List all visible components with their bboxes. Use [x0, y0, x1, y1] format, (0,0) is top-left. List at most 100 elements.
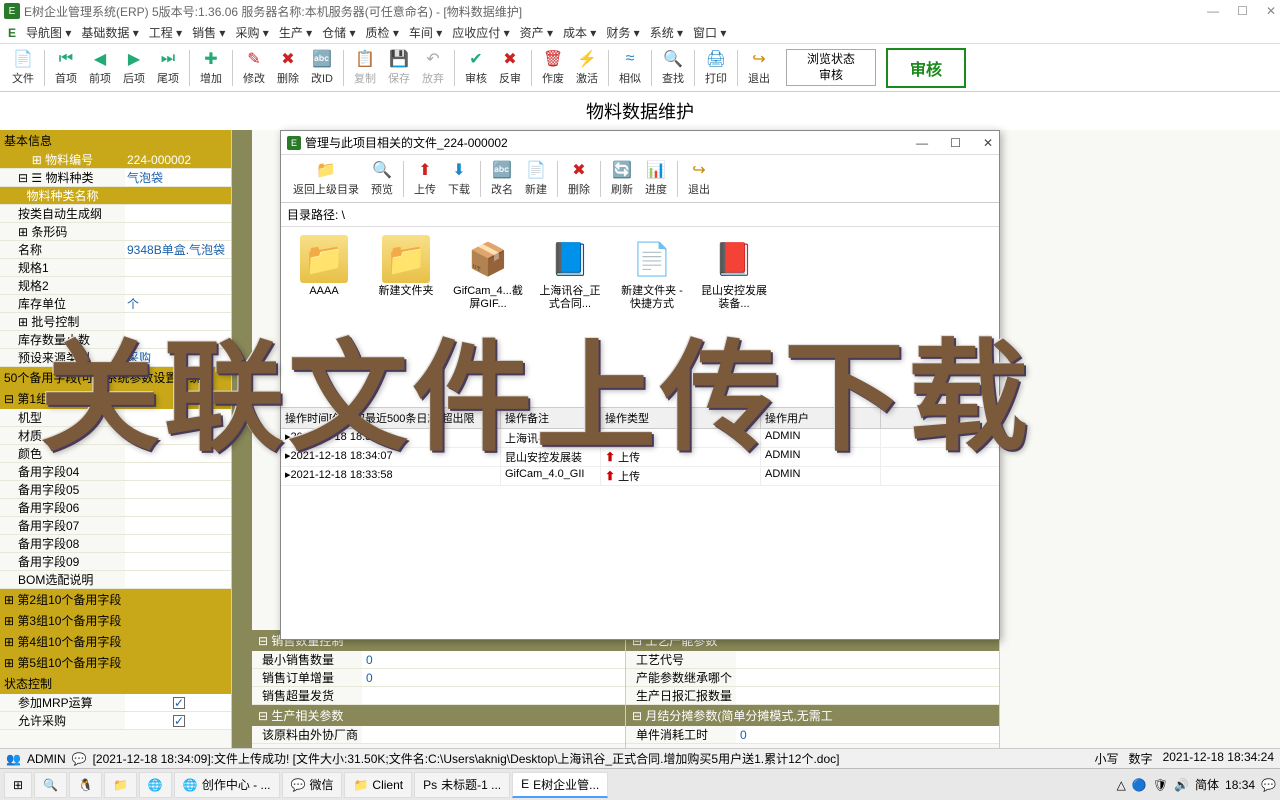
- log-row[interactable]: ▸2021-12-18 18:33:58GifCam_4.0_GII⬆ 上传AD…: [281, 467, 999, 486]
- menu-item[interactable]: 采购 ▾: [231, 22, 272, 43]
- maximize-button[interactable]: ☐: [1237, 4, 1248, 18]
- tree-row[interactable]: ⊞ 批号控制: [0, 313, 231, 331]
- field-row[interactable]: 工艺代号: [626, 651, 999, 669]
- taskbar-item[interactable]: 🔍: [34, 772, 67, 798]
- tree-row[interactable]: 颜色: [0, 445, 231, 463]
- tree-group[interactable]: 基本信息: [0, 130, 231, 151]
- tree-row[interactable]: 备用字段04: [0, 463, 231, 481]
- tree-row[interactable]: 备用字段05: [0, 481, 231, 499]
- tree-group[interactable]: ⊟ 第1组10个备用字段: [0, 388, 231, 409]
- toolbar-查找[interactable]: 🔍查找: [656, 47, 690, 88]
- toolbar-改ID[interactable]: 🔤改ID: [305, 47, 339, 88]
- tree-row[interactable]: 备用字段06: [0, 499, 231, 517]
- menu-item[interactable]: 质检 ▾: [362, 22, 403, 43]
- tree-group[interactable]: ⊞ 第2组10个备用字段: [0, 589, 231, 610]
- toolbar-作废[interactable]: 🗑作废: [536, 47, 570, 88]
- toolbar-下载[interactable]: ⬇下载: [442, 158, 476, 199]
- audit-button[interactable]: 审核: [886, 48, 966, 88]
- file-item[interactable]: 📘上海讯谷_正式合同...: [535, 235, 605, 311]
- field-row[interactable]: 单件消耗工时0: [626, 726, 999, 744]
- toolbar-前项[interactable]: ◀前项: [83, 47, 117, 88]
- tree-group[interactable]: 状态控制: [0, 673, 231, 694]
- toolbar-文件[interactable]: 📄文件: [6, 47, 40, 88]
- system-tray[interactable]: △🔵🛡🔊简体18:34💬: [1117, 776, 1276, 793]
- tree-row[interactable]: 库存单位个: [0, 295, 231, 313]
- col-group[interactable]: ⊟ 生产相关参数: [252, 705, 625, 726]
- taskbar-item[interactable]: 🌐: [139, 772, 172, 798]
- tree-row[interactable]: 库存数量小数: [0, 331, 231, 349]
- menu-item[interactable]: 成本 ▾: [559, 22, 600, 43]
- file-item[interactable]: 📁AAAA: [289, 235, 359, 298]
- tree-row[interactable]: 备用字段07: [0, 517, 231, 535]
- file-item[interactable]: 📄新建文件夹 - 快捷方式: [617, 235, 687, 311]
- field-row[interactable]: 产能参数继承哪个: [626, 669, 999, 687]
- field-row[interactable]: 生产日报汇报数量: [626, 687, 999, 705]
- toolbar-打印[interactable]: 🖨打印: [699, 47, 733, 88]
- tree-row[interactable]: ⊞ 物料编号224-000002: [0, 151, 231, 169]
- checkbox[interactable]: ✓: [173, 715, 185, 727]
- tree-row[interactable]: 材质: [0, 427, 231, 445]
- tree-row[interactable]: 按类自动生成纲: [0, 205, 231, 223]
- field-row[interactable]: 销售订单增量0: [252, 669, 625, 687]
- taskbar-item[interactable]: Ps未标题-1 ...: [414, 772, 510, 798]
- field-row[interactable]: 销售超量发货: [252, 687, 625, 705]
- toolbar-进度[interactable]: 📊进度: [639, 158, 673, 199]
- taskbar-item[interactable]: 🌐创作中心 - ...: [174, 772, 280, 798]
- toolbar-审核[interactable]: ✔审核: [459, 47, 493, 88]
- menu-item[interactable]: 财务 ▾: [602, 22, 643, 43]
- checkbox[interactable]: ✓: [173, 697, 185, 709]
- file-item[interactable]: 📕昆山安控发展装备...: [699, 235, 769, 311]
- menu-item[interactable]: 窗口 ▾: [689, 22, 730, 43]
- tree-row[interactable]: 允许采购✓: [0, 712, 231, 730]
- tree-row[interactable]: 物料种类名称: [0, 187, 231, 205]
- menu-item[interactable]: 仓储 ▾: [318, 22, 359, 43]
- toolbar-修改[interactable]: ✎修改: [237, 47, 271, 88]
- menu-item[interactable]: 系统 ▾: [646, 22, 687, 43]
- toolbar-后项[interactable]: ▶后项: [117, 47, 151, 88]
- toolbar-删除[interactable]: ✖删除: [271, 47, 305, 88]
- toolbar-首项[interactable]: ⏮首项: [49, 47, 83, 88]
- close-button[interactable]: ✕: [1266, 4, 1276, 18]
- tree-row[interactable]: 备用字段08: [0, 535, 231, 553]
- file-item[interactable]: 📁新建文件夹: [371, 235, 441, 298]
- tree-row[interactable]: 备用字段09: [0, 553, 231, 571]
- dialog-minimize[interactable]: —: [916, 136, 928, 150]
- toolbar-激活[interactable]: ⚡激活: [570, 47, 604, 88]
- taskbar-item[interactable]: 📁: [104, 772, 137, 798]
- tree-row[interactable]: 规格2: [0, 277, 231, 295]
- toolbar-相似[interactable]: ≈相似: [613, 47, 647, 88]
- tree-row[interactable]: ⊟ ☰ 物料种类气泡袋: [0, 169, 231, 187]
- toolbar-改名[interactable]: 🔤改名: [485, 158, 519, 199]
- dialog-maximize[interactable]: ☐: [950, 136, 961, 150]
- toolbar-返回上级目录[interactable]: 📁返回上级目录: [287, 158, 365, 199]
- tree-row[interactable]: BOM选配说明: [0, 571, 231, 589]
- log-row[interactable]: ▸2021-12-18 18:34:07昆山安控发展装⬆ 上传ADMIN: [281, 448, 999, 467]
- toolbar-反审[interactable]: ✖反审: [493, 47, 527, 88]
- tree-row[interactable]: 机型: [0, 409, 231, 427]
- file-item[interactable]: 📦GifCam_4...截屏GIF...: [453, 235, 523, 311]
- menu-item[interactable]: 资产 ▾: [516, 22, 557, 43]
- menu-item[interactable]: 车间 ▾: [405, 22, 446, 43]
- menu-item[interactable]: 工程 ▾: [145, 22, 186, 43]
- tree-group[interactable]: 50个备用字段(可在系统参数设置中统: [0, 367, 231, 388]
- tree-row[interactable]: ⊞ 条形码: [0, 223, 231, 241]
- tree-group[interactable]: ⊞ 第5组10个备用字段: [0, 652, 231, 673]
- tree-row[interactable]: 参加MRP运算✓: [0, 694, 231, 712]
- toolbar-预览[interactable]: 🔍预览: [365, 158, 399, 199]
- toolbar-删除[interactable]: ✖删除: [562, 158, 596, 199]
- toolbar-退出[interactable]: ↪退出: [682, 158, 716, 199]
- menu-item[interactable]: 导航图 ▾: [22, 22, 75, 43]
- taskbar-item[interactable]: EE树企业管...: [512, 772, 608, 798]
- menu-item[interactable]: 生产 ▾: [275, 22, 316, 43]
- col-group[interactable]: ⊟ 月结分摊参数(简单分摊模式,无需工: [626, 705, 999, 726]
- minimize-button[interactable]: —: [1207, 4, 1219, 18]
- tree-row[interactable]: 预设来源类型采购: [0, 349, 231, 367]
- tree-group[interactable]: ⊞ 第4组10个备用字段: [0, 631, 231, 652]
- toolbar-上传[interactable]: ⬆上传: [408, 158, 442, 199]
- log-row[interactable]: ▸2021-12-18 18:34:09上海讯谷_正式⬆ 上传ADMIN: [281, 429, 999, 448]
- field-row[interactable]: 该原料由外协厂商: [252, 726, 625, 744]
- field-row[interactable]: 最小销售数量0: [252, 651, 625, 669]
- tree-row[interactable]: 名称9348B单盒.气泡袋: [0, 241, 231, 259]
- taskbar-item[interactable]: 💬微信: [282, 772, 343, 798]
- toolbar-尾项[interactable]: ⏭尾项: [151, 47, 185, 88]
